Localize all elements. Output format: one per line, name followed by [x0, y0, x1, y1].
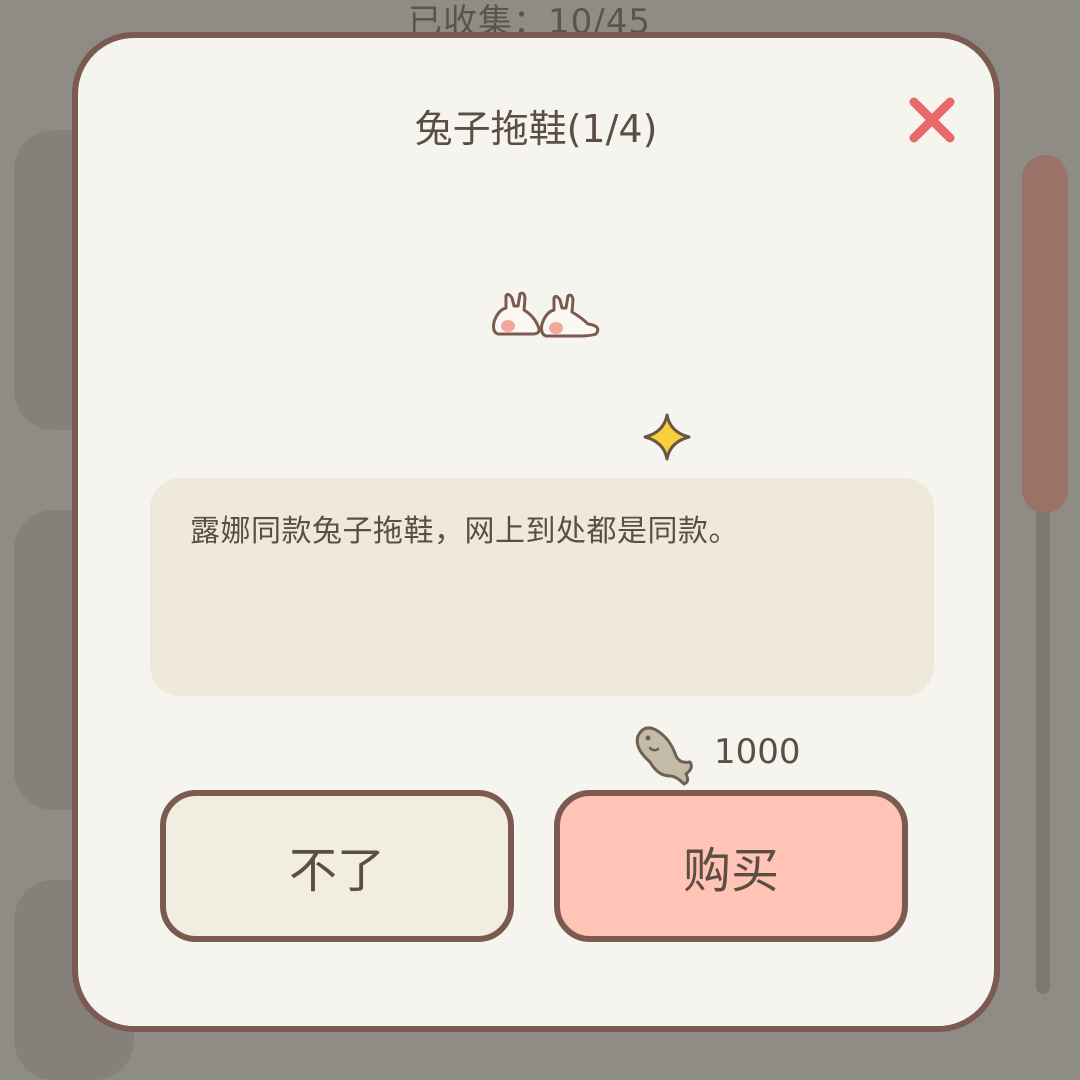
cancel-button[interactable]: 不了: [160, 790, 514, 942]
price-amount: 1000: [714, 732, 801, 772]
scrollbar-thumb[interactable]: [1022, 155, 1068, 513]
purchase-dialog: 兔子拖鞋(1/4) 露娜同款兔子拖鞋，网上到处都是同款。 1000 不了 购买: [72, 32, 1000, 1032]
cancel-button-label: 不了: [288, 843, 385, 899]
buy-button-label: 购买: [682, 843, 779, 899]
close-button[interactable]: [902, 90, 962, 150]
sparkle-icon: [642, 412, 692, 462]
price-row: 1000: [630, 718, 830, 788]
bunny-slippers-icon: [486, 286, 606, 346]
fish-icon: [630, 718, 698, 788]
item-description: 露娜同款兔子拖鞋，网上到处都是同款。: [190, 514, 739, 549]
close-icon: [909, 97, 955, 143]
buy-button[interactable]: 购买: [554, 790, 908, 942]
description-box: 露娜同款兔子拖鞋，网上到处都是同款。: [150, 478, 934, 696]
dialog-title: 兔子拖鞋(1/4): [414, 107, 658, 151]
